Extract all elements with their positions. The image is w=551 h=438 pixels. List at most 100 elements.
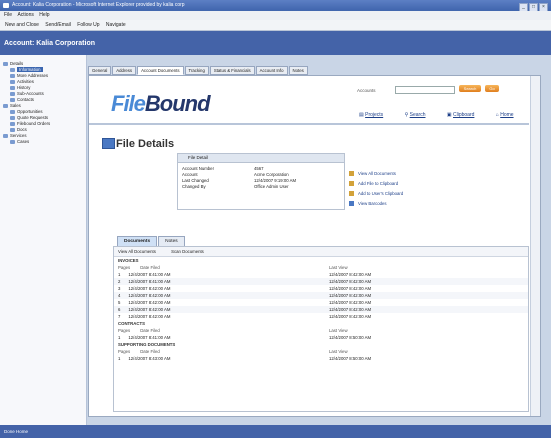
app-icon xyxy=(3,3,9,8)
table-row[interactable]: 3 12/4/2007 8:42:00 AM 12/4/2007 8:42:00 A… xyxy=(114,285,528,292)
clipboard-icon xyxy=(349,181,354,187)
doc-date-filed: 12/4/2007 8:41:00 AM xyxy=(128,272,171,277)
scan-documents-button[interactable]: Scan Documents xyxy=(171,249,204,254)
sidebar-item-label: Activities xyxy=(17,79,34,84)
sidebar-item-label: History xyxy=(17,85,31,90)
group-header-row: Pages Date Filed Last View xyxy=(114,327,528,334)
table-row[interactable]: 7 12/4/2007 8:42:00 AM 12/4/2007 8:42:00 A… xyxy=(114,313,528,320)
item-icon xyxy=(10,121,15,126)
document-tabs: Documents Notes xyxy=(117,236,186,247)
file-detail-box: File Detail Account Number Account Last … xyxy=(177,153,345,210)
pages-date-header: Pages Date Filed xyxy=(118,264,160,271)
vertical-scrollbar[interactable] xyxy=(530,76,540,416)
item-icon xyxy=(10,109,15,114)
menu-help[interactable]: Help xyxy=(39,12,49,18)
file-detail-header: File Detail xyxy=(178,154,344,163)
user-clipboard-icon xyxy=(349,191,354,197)
send-email-button[interactable]: Send/Email xyxy=(45,22,71,28)
tab-strip: General Address Account Documents Tracking S… xyxy=(88,66,309,75)
toolbar: New and Close Send/Email Follow Up Navig… xyxy=(0,20,551,31)
doc-last-view: 12/4/2007 8:50:00 AM xyxy=(329,356,372,361)
tab-1[interactable]: Address xyxy=(112,66,137,75)
doc-date-filed: 12/4/2007 8:43:00 AM xyxy=(128,356,171,361)
doc-filed-cell: 4 12/4/2007 8:42:00 AM xyxy=(118,292,170,299)
sidebar-item-label: Services xyxy=(10,133,27,138)
tab-4[interactable]: Status & Financials xyxy=(209,66,255,75)
file-details-title: File Details xyxy=(116,138,175,150)
doc-filed-cell: 1 12/4/2007 8:41:00 AM xyxy=(118,271,170,278)
date-filed-header: Date Filed xyxy=(140,349,160,354)
doc-date-filed: 12/4/2007 8:42:00 AM xyxy=(128,286,171,291)
table-row[interactable]: 6 12/4/2007 8:42:00 AM 12/4/2007 8:42:00 A… xyxy=(114,306,528,313)
doc-date-filed: 12/4/2007 8:42:00 AM xyxy=(128,307,171,312)
search-button[interactable]: Search xyxy=(459,85,481,92)
tab-6[interactable]: Notes xyxy=(288,66,308,75)
status-text: Done Home xyxy=(4,429,29,434)
group-name: CONTRACTS xyxy=(118,321,145,326)
table-row[interactable]: 2 12/4/2007 8:41:00 AM 12/4/2007 8:42:00 A… xyxy=(114,278,528,285)
doc-number: 4 xyxy=(118,293,121,298)
table-row[interactable]: 1 12/4/2007 8:41:00 AM 12/4/2007 8:42:00 A… xyxy=(114,271,528,278)
pages-header: Pages xyxy=(118,265,131,270)
group-row: INVOICES xyxy=(114,257,528,264)
sidebar-item-label: Docs xyxy=(17,127,27,132)
item-icon xyxy=(10,97,15,102)
menu-file[interactable]: File xyxy=(4,12,12,18)
folder-icon xyxy=(3,61,8,66)
document-rows: INVOICES Pages Date Filed Last View 1 12/4/20… xyxy=(114,257,528,362)
doc-number: 7 xyxy=(118,314,121,319)
doc-filed-cell: 5 12/4/2007 8:42:00 AM xyxy=(118,299,170,306)
group-header-row: Pages Date Filed Last View xyxy=(114,348,528,355)
sidebar-item-label: Filebound Orders xyxy=(17,121,51,126)
sidebar-item-label: Details xyxy=(10,61,24,66)
group-row: CONTRACTS xyxy=(114,320,528,327)
menu-bar: File Actions Help xyxy=(0,11,551,20)
tab-5[interactable]: Account Info xyxy=(255,66,288,75)
pages-header: Pages xyxy=(118,349,131,354)
doc-last-view: 12/4/2007 8:42:00 AM xyxy=(329,272,372,277)
table-row[interactable]: 1 12/4/2007 8:43:00 AM 12/4/2007 8:50:00 A… xyxy=(114,355,528,362)
detail-keys: Account Number Account Last Changed Chan… xyxy=(182,166,215,189)
item-icon xyxy=(10,115,15,120)
last-view-header: Last View xyxy=(329,265,348,270)
view-all-documents-link[interactable]: View All Documents xyxy=(349,169,403,179)
tab-2[interactable]: Account Documents xyxy=(137,66,184,75)
group-row: SUPPORTING DOCUMENTS xyxy=(114,341,528,348)
item-icon xyxy=(10,139,15,144)
doc-number: 6 xyxy=(118,307,121,312)
doc-date-filed: 12/4/2007 8:41:00 AM xyxy=(128,279,171,284)
add-to-user-clipboard-link[interactable]: Add to User's Clipboard xyxy=(349,189,403,199)
doc-filed-cell: 7 12/4/2007 8:42:00 AM xyxy=(118,313,170,320)
nav-links: ▤ Projects ⚲ Search ▣ Clipboard ⌂ Home xyxy=(359,112,534,118)
item-icon xyxy=(10,85,15,90)
doc-number: 1 xyxy=(118,356,121,361)
view-barcodes-link[interactable]: View Barcodes xyxy=(349,199,403,209)
tab-3[interactable]: Tracking xyxy=(184,66,209,75)
table-row[interactable]: 4 12/4/2007 8:42:00 AM 12/4/2007 8:42:00 A… xyxy=(114,292,528,299)
tab-0[interactable]: General xyxy=(88,66,112,75)
navigate-button[interactable]: Navigate xyxy=(106,22,126,28)
table-row[interactable]: 5 12/4/2007 8:42:00 AM 12/4/2007 8:42:00 A… xyxy=(114,299,528,306)
projects-link[interactable]: ▤ Projects xyxy=(359,112,393,118)
doc-filed-cell: 3 12/4/2007 8:42:00 AM xyxy=(118,285,170,292)
group-name: INVOICES xyxy=(118,258,139,263)
go-button[interactable]: Go xyxy=(485,85,499,92)
page-title: Account: Kalia Corporation xyxy=(4,40,96,47)
doc-filed-cell: 1 12/4/2007 8:43:00 AM xyxy=(118,355,170,362)
doc-number: 1 xyxy=(118,272,121,277)
sidebar-item-label: Opportunities xyxy=(17,109,43,114)
doc-last-view: 12/4/2007 8:42:00 AM xyxy=(329,279,372,284)
table-row[interactable]: 1 12/4/2007 8:41:00 AM 12/4/2007 8:50:00 A… xyxy=(114,334,528,341)
sidebar-item[interactable]: Cases xyxy=(0,139,86,145)
home-link[interactable]: ⌂ Home xyxy=(496,112,524,118)
view-all-documents-button[interactable]: View All Documents xyxy=(118,249,156,254)
menu-actions[interactable]: Actions xyxy=(17,12,33,18)
add-to-clipboard-link[interactable]: Add File to Clipboard xyxy=(349,179,403,189)
search-link[interactable]: ⚲ Search xyxy=(405,112,436,118)
save-close-button[interactable]: New and Close xyxy=(5,22,39,28)
item-icon xyxy=(10,67,15,72)
follow-up-button[interactable]: Follow Up xyxy=(77,22,99,28)
date-filed-header: Date Filed xyxy=(140,328,160,333)
accounts-input[interactable] xyxy=(395,86,455,94)
clipboard-link[interactable]: ▣ Clipboard xyxy=(447,112,485,118)
